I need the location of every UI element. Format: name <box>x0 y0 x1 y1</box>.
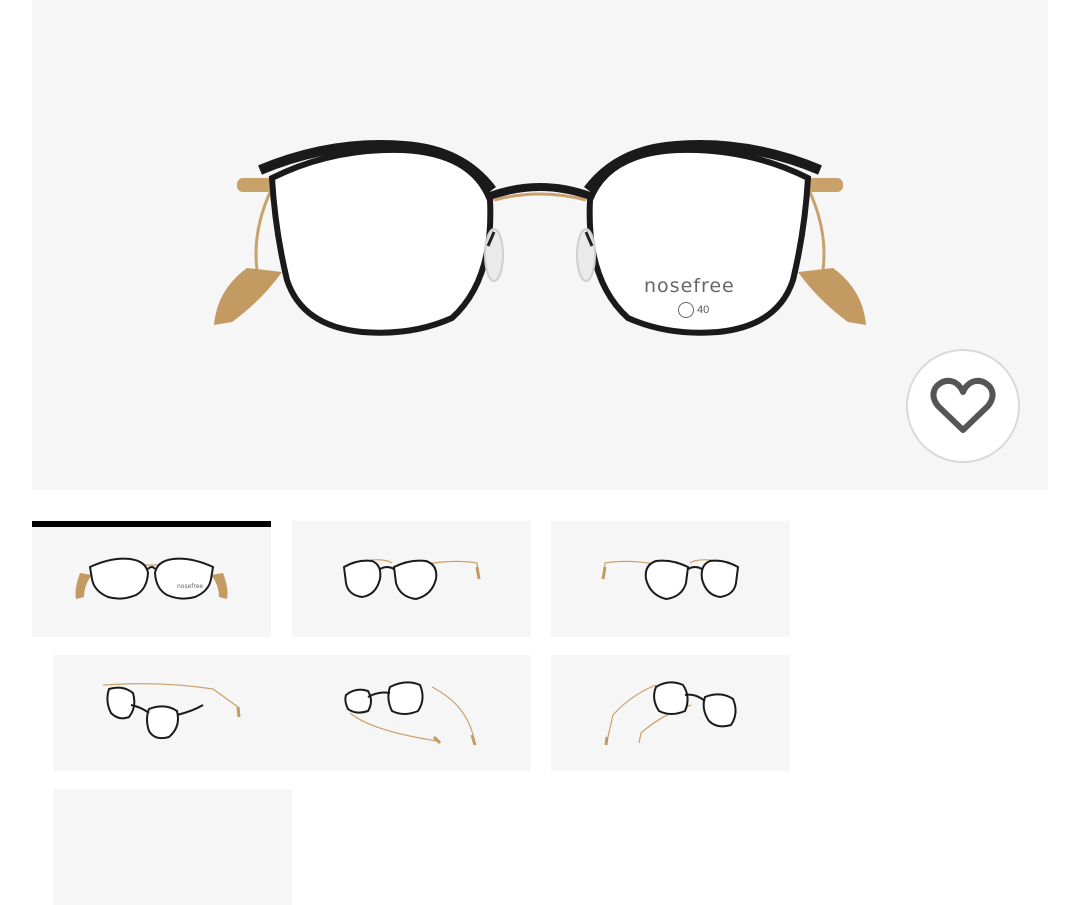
eyeglasses-thumb-three-quarter-right <box>601 559 740 601</box>
heart-icon <box>930 377 996 433</box>
thumbnail-side-left[interactable] <box>53 655 292 771</box>
frame-badge: 40 <box>678 302 709 318</box>
svg-text:nosefree: nosefree <box>177 583 203 590</box>
eyeglasses-thumb-top-angle <box>344 681 477 746</box>
eyeglasses-thumb-three-quarter-left <box>342 559 481 601</box>
thumbnail-top-angle[interactable] <box>292 655 531 771</box>
eyeglasses-thumb-front: nosefree <box>75 557 228 600</box>
nose-icon <box>678 302 694 318</box>
thumbnail-side-right[interactable] <box>551 655 790 771</box>
thumbnail-front[interactable]: nosefree <box>32 521 271 637</box>
thumbnail-extra[interactable] <box>53 789 292 905</box>
brand-logo: nosefree <box>644 275 735 297</box>
main-product-image: nosefree 40 <box>32 0 1048 490</box>
eyeglasses-thumb-side-right <box>604 681 737 746</box>
eyeglasses-thumb-extra <box>53 789 292 905</box>
thumbnail-three-quarter-left[interactable] <box>292 521 531 637</box>
eyeglasses-thumb-side-left <box>102 683 241 740</box>
eyeglasses-front-image <box>214 140 866 336</box>
thumbnail-three-quarter-right[interactable] <box>551 521 790 637</box>
favorite-button[interactable] <box>906 349 1020 463</box>
